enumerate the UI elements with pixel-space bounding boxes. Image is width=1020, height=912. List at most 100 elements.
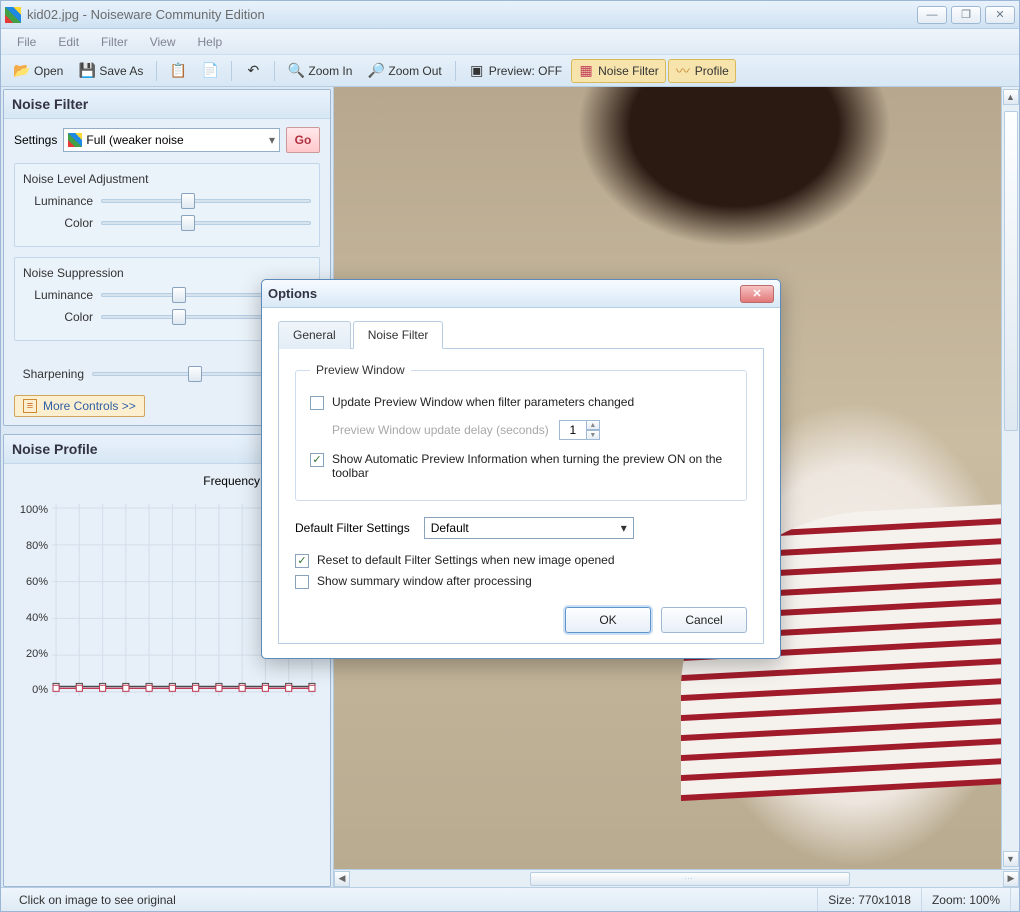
settings-value: Full (weaker noise (86, 133, 183, 147)
zoomin-button[interactable]: 🔍 Zoom In (281, 59, 359, 83)
delay-input[interactable] (559, 420, 587, 440)
delay-label: Preview Window update delay (seconds) (332, 423, 549, 437)
window-title: kid02.jpg - Noiseware Community Edition (27, 7, 917, 22)
maximize-button[interactable]: ❐ (951, 6, 981, 24)
more-controls-icon: ≡ (23, 399, 37, 413)
scroll-left-arrow-icon[interactable]: ◀ (334, 871, 350, 887)
noise-level-adjustment-group: Noise Level Adjustment Luminance Color (14, 163, 320, 247)
vertical-scrollbar[interactable]: ▲ ▼ (1001, 87, 1019, 869)
status-size: Size: 770x1018 (818, 888, 922, 911)
default-filter-select[interactable]: Default ▾ (424, 517, 634, 539)
noise-suppression-title: Noise Suppression (23, 266, 311, 280)
tab-noise-filter[interactable]: Noise Filter (353, 321, 444, 349)
open-label: Open (34, 64, 63, 78)
toolbar: 📂 Open 💾 Save As 📋 📄 ↶ 🔍 Zoom In 🔎 Zoom … (1, 55, 1019, 87)
copy-button[interactable]: 📋 (163, 59, 193, 83)
noise-filter-title: Noise Filter (4, 90, 330, 119)
zoomin-icon: 🔍 (288, 63, 304, 79)
profile-toggle[interactable]: 〰 Profile (668, 59, 736, 83)
zoomout-button[interactable]: 🔎 Zoom Out (361, 59, 448, 83)
ytick: 100% (14, 504, 48, 516)
copy-icon: 📋 (170, 63, 186, 79)
scroll-up-arrow-icon[interactable]: ▲ (1003, 89, 1019, 105)
color-label: Color (23, 216, 93, 230)
undo-icon: ↶ (245, 63, 261, 79)
undo-button[interactable]: ↶ (238, 59, 268, 83)
more-controls-link[interactable]: ≡ More Controls >> (14, 395, 145, 417)
reset-default-checkbox[interactable] (295, 554, 309, 568)
ytick: 40% (14, 612, 48, 624)
zoomin-label: Zoom In (308, 64, 352, 78)
profile-icon: 〰 (675, 63, 691, 79)
spin-up-icon[interactable]: ▲ (586, 420, 600, 430)
ok-button[interactable]: OK (565, 607, 651, 633)
dialog-title: Options (268, 286, 317, 301)
toolbar-separator (156, 61, 157, 81)
cancel-button[interactable]: Cancel (661, 607, 747, 633)
show-summary-label: Show summary window after processing (317, 574, 532, 588)
update-preview-checkbox[interactable] (310, 396, 324, 410)
app-icon (5, 7, 21, 23)
noisefilter-label: Noise Filter (598, 64, 659, 78)
preview-window-legend: Preview Window (310, 363, 411, 377)
status-hint: Click on image to see original (9, 888, 818, 911)
go-button[interactable]: Go (286, 127, 320, 153)
tab-general[interactable]: General (278, 321, 351, 349)
save-icon: 💾 (79, 63, 95, 79)
menu-file[interactable]: File (7, 31, 46, 53)
menu-filter[interactable]: Filter (91, 31, 138, 53)
horizontal-scroll-thumb[interactable]: ⋯ (530, 872, 850, 886)
menu-help[interactable]: Help (188, 31, 233, 53)
paste-button[interactable]: 📄 (195, 59, 225, 83)
preview-window-group: Preview Window Update Preview Window whe… (295, 363, 747, 501)
statusbar: Click on image to see original Size: 770… (1, 887, 1019, 911)
default-filter-label: Default Filter Settings (295, 521, 410, 535)
menu-edit[interactable]: Edit (48, 31, 89, 53)
horizontal-scrollbar[interactable]: ◀ ⋯ ▶ (334, 869, 1019, 887)
dialog-titlebar[interactable]: Options ✕ (262, 280, 780, 308)
scroll-down-arrow-icon[interactable]: ▼ (1003, 851, 1019, 867)
ytick: 80% (14, 540, 48, 552)
luminance-label-2: Luminance (23, 288, 93, 302)
close-button[interactable]: ✕ (985, 6, 1015, 24)
menu-view[interactable]: View (140, 31, 186, 53)
open-button[interactable]: 📂 Open (7, 59, 70, 83)
menubar: File Edit Filter View Help (1, 29, 1019, 55)
toolbar-separator (231, 61, 232, 81)
zoomout-label: Zoom Out (388, 64, 441, 78)
app-window: kid02.jpg - Noiseware Community Edition … (0, 0, 1020, 912)
toolbar-separator (455, 61, 456, 81)
noisefilter-toggle[interactable]: ▦ Noise Filter (571, 59, 666, 83)
options-dialog: Options ✕ General Noise Filter Preview W… (261, 279, 781, 659)
client-area: Noise Filter Settings Full (weaker noise… (1, 87, 1019, 887)
luminance-label: Luminance (23, 194, 93, 208)
default-filter-value: Default (431, 521, 469, 535)
ytick: 0% (14, 684, 48, 696)
show-summary-checkbox[interactable] (295, 575, 309, 589)
spin-down-icon[interactable]: ▼ (586, 430, 600, 440)
titlebar: kid02.jpg - Noiseware Community Edition … (1, 1, 1019, 29)
preview-icon: ▣ (469, 63, 485, 79)
scroll-right-arrow-icon[interactable]: ▶ (1003, 871, 1019, 887)
delay-spinner[interactable]: ▲ ▼ (559, 420, 600, 440)
preview-toggle[interactable]: ▣ Preview: OFF (462, 59, 569, 83)
settings-select[interactable]: Full (weaker noise ▾ (63, 128, 280, 152)
paste-icon: 📄 (202, 63, 218, 79)
minimize-button[interactable]: — (917, 6, 947, 24)
update-preview-label: Update Preview Window when filter parame… (332, 395, 634, 409)
show-auto-preview-checkbox[interactable] (310, 453, 324, 467)
noisefilter-icon: ▦ (578, 63, 594, 79)
more-controls-label: More Controls >> (43, 399, 136, 413)
zoomout-icon: 🔎 (368, 63, 384, 79)
color-level-slider[interactable] (101, 214, 311, 232)
profile-label: Profile (695, 64, 729, 78)
frequency-label: Frequency (203, 474, 260, 488)
settings-preset-icon (68, 133, 82, 147)
dialog-close-button[interactable]: ✕ (740, 285, 774, 303)
saveas-button[interactable]: 💾 Save As (72, 59, 150, 83)
vertical-scroll-thumb[interactable] (1004, 111, 1018, 431)
luminance-level-slider[interactable] (101, 192, 311, 210)
reset-default-label: Reset to default Filter Settings when ne… (317, 553, 615, 567)
toolbar-separator (274, 61, 275, 81)
ytick: 20% (14, 648, 48, 660)
